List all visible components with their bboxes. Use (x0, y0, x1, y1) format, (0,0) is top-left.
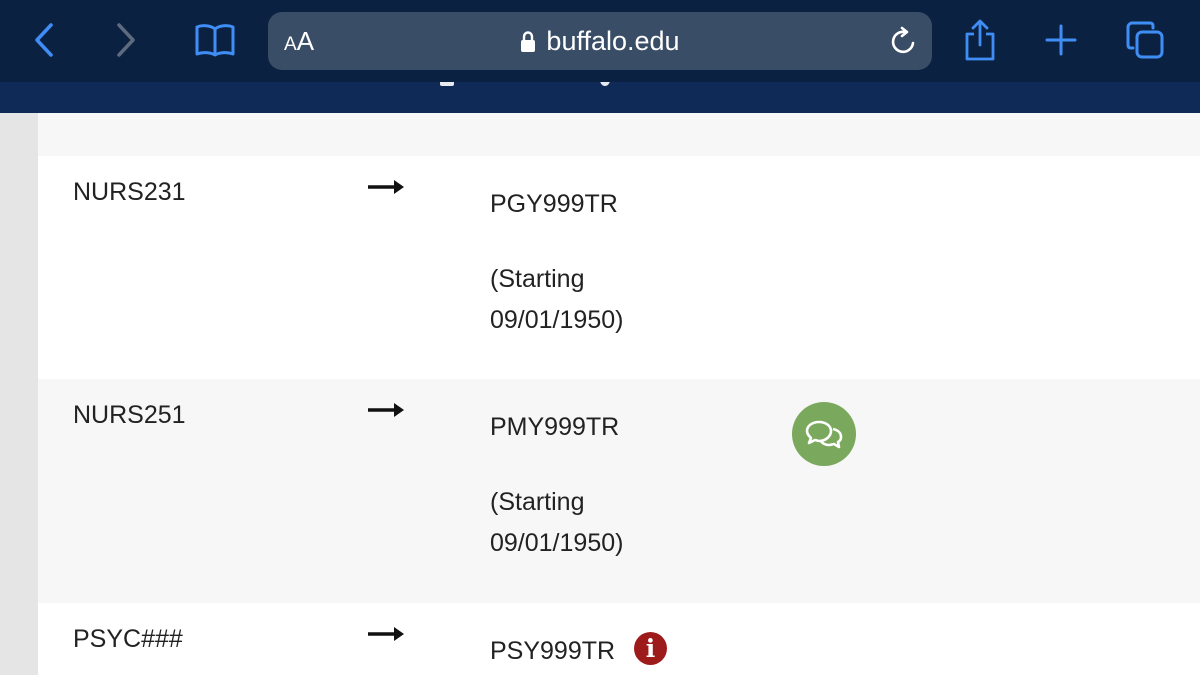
course-equivalency-table: NURS231 PGY999TR (Starting 09/01/1950) N… (38, 113, 1200, 675)
forward-button[interactable] (102, 16, 150, 64)
note-line: (Starting (490, 488, 585, 516)
page-header (0, 82, 1200, 113)
arrow-right-icon (368, 627, 404, 641)
start-date-note: (Starting 09/01/1950) (490, 259, 623, 341)
share-button[interactable] (956, 16, 1004, 64)
arrow-right-icon (368, 180, 404, 194)
address-bar[interactable]: AA buffalo.edu (268, 12, 932, 70)
forward-icon (117, 23, 135, 57)
reload-icon (891, 26, 915, 54)
browser-toolbar: AA buffalo.edu (0, 0, 1200, 82)
equivalent-course: PMY999TR (490, 413, 620, 441)
lock-icon (521, 31, 536, 52)
start-date-note: (Starting 09/01/1950) (490, 482, 623, 564)
header-text-fragment (600, 82, 610, 86)
note-line: (Starting (490, 265, 585, 293)
bookmarks-button[interactable] (191, 16, 239, 64)
back-icon (35, 23, 53, 57)
note-line: 09/01/1950) (490, 529, 624, 557)
table-row: NURS251 PMY999TR (Starting 09/01/1950) (38, 379, 1200, 603)
course-code: NURS231 (73, 178, 186, 206)
note-line: 09/01/1950) (490, 306, 624, 334)
new-tab-icon (1045, 24, 1077, 56)
info-icon[interactable]: i (634, 632, 667, 665)
bookmarks-icon (195, 24, 235, 57)
tabs-icon (1126, 21, 1164, 59)
course-code: NURS251 (73, 401, 186, 429)
reload-button[interactable] (888, 25, 920, 57)
tabs-button[interactable] (1121, 16, 1169, 64)
url-text: buffalo.edu (546, 26, 680, 56)
share-icon (965, 19, 995, 61)
equivalent-course: PGY999TR (490, 190, 618, 218)
back-button[interactable] (20, 16, 68, 64)
comments-button[interactable] (792, 402, 856, 466)
chat-icon (805, 420, 843, 449)
left-gutter (0, 113, 38, 675)
table-row: NURS231 PGY999TR (Starting 09/01/1950) (38, 156, 1200, 379)
arrow-right-icon (368, 403, 404, 417)
equivalent-course: PSY999TR (490, 637, 616, 665)
header-text-fragment (440, 82, 454, 86)
course-code: PSYC### (73, 625, 183, 653)
table-row: PSYC### PSY999TR i (38, 603, 1200, 675)
new-tab-button[interactable] (1037, 16, 1085, 64)
